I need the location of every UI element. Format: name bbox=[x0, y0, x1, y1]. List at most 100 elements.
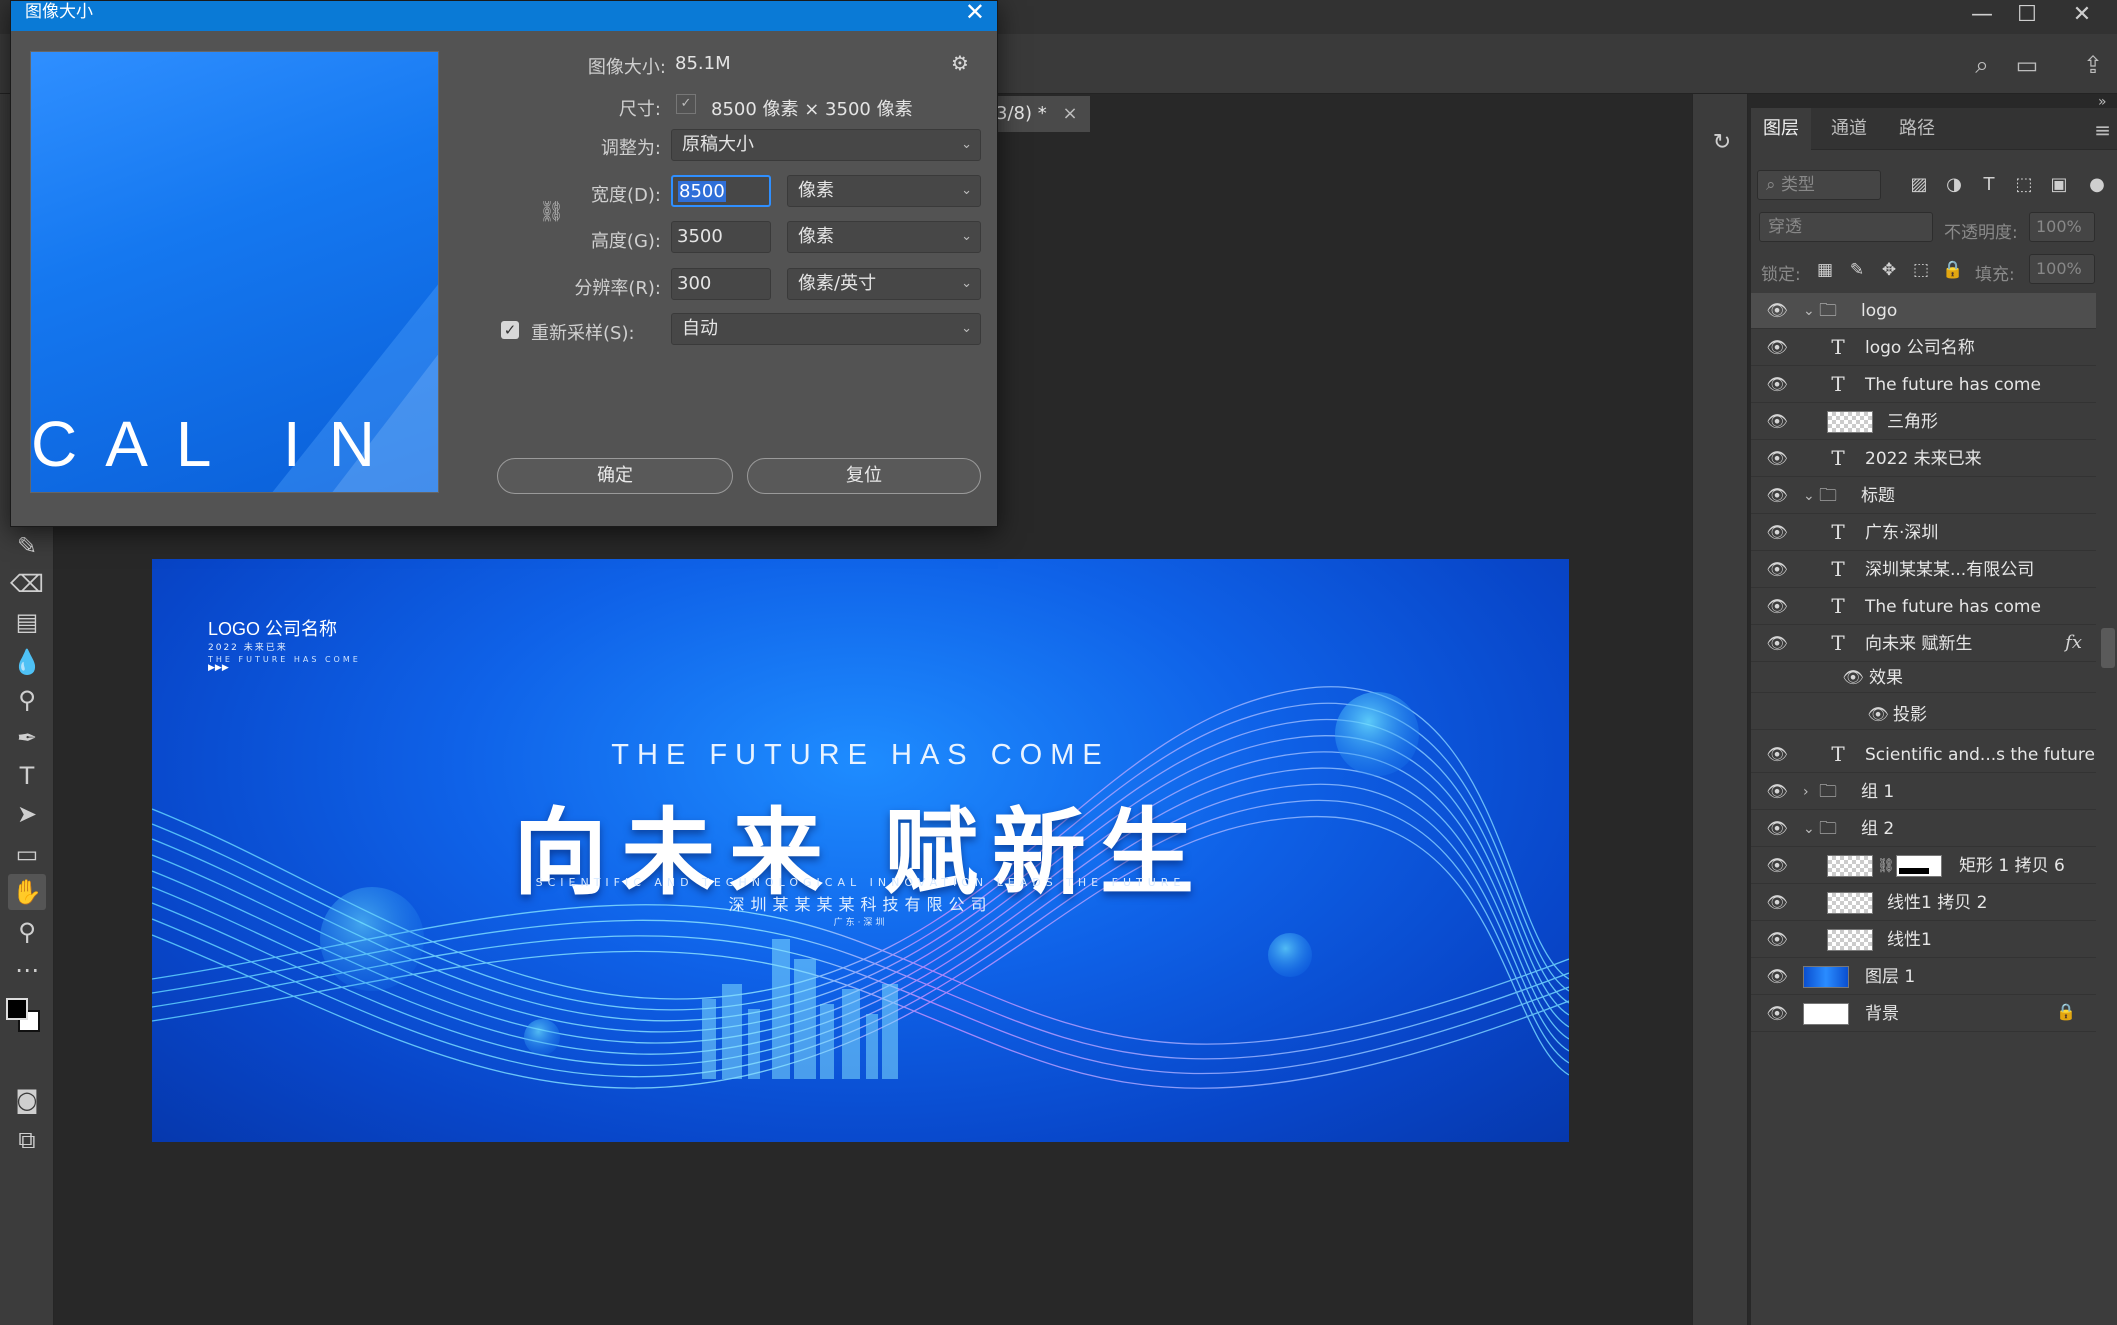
lock-position-icon[interactable]: ✥ bbox=[1877, 258, 1901, 282]
tab-paths[interactable]: 路径 bbox=[1887, 108, 1947, 150]
close-tab-icon[interactable]: × bbox=[1062, 103, 1077, 124]
type-tool-icon[interactable]: T bbox=[8, 758, 46, 794]
quick-mask-icon[interactable]: ◙ bbox=[8, 1082, 46, 1118]
layer-filter-select[interactable]: ⌕ 类型 bbox=[1757, 170, 1881, 200]
lock-artboard-icon[interactable]: ⬚ bbox=[1909, 258, 1933, 282]
resolution-input[interactable]: 300 bbox=[671, 268, 771, 300]
filter-adjustment-icon[interactable]: ◑ bbox=[1941, 172, 1967, 198]
mask-link-icon[interactable]: ⛓ bbox=[1877, 854, 1895, 878]
dialog-close-icon[interactable]: ✕ bbox=[965, 0, 985, 25]
visibility-eye-icon[interactable]: 👁 bbox=[1765, 558, 1789, 582]
lock-pixels-icon[interactable]: ✎ bbox=[1845, 258, 1869, 282]
gradient-icon[interactable]: ▤ bbox=[8, 604, 46, 640]
hand-icon[interactable]: ✋ bbox=[8, 874, 46, 910]
layer-row[interactable]: 👁 Tlogo 公司名称 bbox=[1751, 330, 2096, 366]
filter-type-icon[interactable]: T bbox=[1976, 172, 2002, 198]
lock-transparency-icon[interactable]: ▦ bbox=[1813, 258, 1837, 282]
rectangle-icon[interactable]: ▭ bbox=[8, 836, 46, 872]
filter-shape-icon[interactable]: ⬚ bbox=[2011, 172, 2037, 198]
visibility-eye-icon[interactable]: 👁 bbox=[1765, 891, 1789, 915]
visibility-eye-icon[interactable]: 👁 bbox=[1765, 928, 1789, 952]
layer-row[interactable]: 👁 图层 1 bbox=[1751, 959, 2096, 995]
maximize-button[interactable]: ☐ bbox=[1997, 0, 2057, 34]
collapse-right-icon[interactable]: » bbox=[2098, 94, 2107, 110]
visibility-eye-icon[interactable]: 👁 bbox=[1841, 666, 1865, 690]
layer-row[interactable]: 👁 T The future has come bbox=[1751, 367, 2096, 403]
path-selection-icon[interactable]: ➤ bbox=[8, 796, 46, 832]
settings-gear-icon[interactable]: ⚙ bbox=[951, 51, 969, 75]
layer-row[interactable]: 👁 T 2022 未来已来 bbox=[1751, 441, 2096, 477]
visibility-eye-icon[interactable]: 👁 bbox=[1765, 965, 1789, 989]
fill-input[interactable]: 100% bbox=[2029, 254, 2095, 284]
layer-row[interactable]: 👁 › 🗀 组 1 bbox=[1751, 774, 2096, 810]
layer-row[interactable]: 👁 线性1 拷贝 2 bbox=[1751, 885, 2096, 921]
layers-scrollbar[interactable] bbox=[2101, 628, 2115, 668]
layer-row[interactable]: 👁 T The future has come bbox=[1751, 589, 2096, 625]
chevron-down-icon[interactable]: ⌄ bbox=[1803, 817, 1815, 841]
layer-row[interactable]: 👁 线性1 bbox=[1751, 922, 2096, 958]
layer-row[interactable]: 👁 T 深圳某某某...有限公司 bbox=[1751, 552, 2096, 588]
visibility-eye-icon[interactable]: 👁 bbox=[1866, 703, 1890, 727]
dimensions-unit-toggle[interactable]: ✓ bbox=[676, 94, 696, 114]
dodge-icon[interactable]: ⚲ bbox=[8, 682, 46, 718]
resample-checkbox[interactable]: ✓ bbox=[501, 321, 519, 339]
share-icon[interactable]: ⇪ bbox=[2078, 50, 2108, 80]
panel-menu-icon[interactable]: ≡ bbox=[2094, 118, 2111, 142]
filter-toggle-icon[interactable]: ● bbox=[2084, 172, 2110, 198]
visibility-eye-icon[interactable]: 👁 bbox=[1765, 410, 1789, 434]
workspace-icon[interactable]: ▭ bbox=[2012, 50, 2042, 80]
visibility-eye-icon[interactable]: 👁 bbox=[1765, 854, 1789, 878]
layer-row[interactable]: 👁 ⛓ 矩形 1 拷贝 6 bbox=[1751, 848, 2096, 884]
visibility-eye-icon[interactable]: 👁 bbox=[1765, 447, 1789, 471]
layer-mask-thumbnail[interactable] bbox=[1896, 855, 1942, 877]
visibility-eye-icon[interactable]: 👁 bbox=[1765, 595, 1789, 619]
layer-row[interactable]: 👁 三角形 bbox=[1751, 404, 2096, 440]
close-window-button[interactable]: ✕ bbox=[2052, 0, 2112, 34]
visibility-eye-icon[interactable]: 👁 bbox=[1765, 632, 1789, 656]
fx-icon[interactable]: fx bbox=[2065, 632, 2082, 653]
filter-pixel-icon[interactable]: ▨ bbox=[1906, 172, 1932, 198]
layer-row[interactable]: 👁 T Scientific and...s the future bbox=[1751, 737, 2096, 773]
visibility-eye-icon[interactable]: 👁 bbox=[1765, 780, 1789, 804]
visibility-eye-icon[interactable]: 👁 bbox=[1765, 373, 1789, 397]
more-tools-icon[interactable]: ⋯ bbox=[8, 952, 46, 988]
zoom-icon[interactable]: ⚲ bbox=[8, 914, 46, 950]
chevron-down-icon[interactable]: ⌄ bbox=[1803, 484, 1815, 508]
color-swatches[interactable] bbox=[6, 994, 46, 1044]
layer-row[interactable]: 👁 T 向未来 赋新生 fx bbox=[1751, 626, 2096, 662]
ok-button[interactable]: 确定 bbox=[497, 458, 733, 494]
visibility-eye-icon[interactable]: 👁 bbox=[1765, 336, 1789, 360]
resolution-unit-select[interactable]: 像素/英寸 ⌄ bbox=[787, 268, 981, 300]
document-tab[interactable]: 3/8) * × bbox=[990, 96, 1090, 132]
chevron-down-icon[interactable]: ⌄ bbox=[1803, 299, 1815, 323]
visibility-eye-icon[interactable]: 👁 bbox=[1765, 484, 1789, 508]
tab-layers[interactable]: 图层 bbox=[1751, 108, 1811, 150]
width-unit-select[interactable]: 像素 ⌄ bbox=[787, 175, 981, 207]
fit-to-select[interactable]: 原稿大小 ⌄ bbox=[671, 129, 981, 161]
layer-row[interactable]: 👁 背景 🔒 bbox=[1751, 996, 2096, 1032]
height-input[interactable]: 3500 bbox=[671, 221, 771, 253]
image-preview[interactable]: CAL IN bbox=[30, 51, 439, 493]
layer-row[interactable]: 👁 ⌄ 🗀 组 2 bbox=[1751, 811, 2096, 847]
resample-select[interactable]: 自动 ⌄ bbox=[671, 313, 981, 345]
visibility-eye-icon[interactable]: 👁 bbox=[1765, 817, 1789, 841]
tab-channels[interactable]: 通道 bbox=[1819, 108, 1879, 150]
reset-button[interactable]: 复位 bbox=[747, 458, 981, 494]
visibility-eye-icon[interactable]: 👁 bbox=[1765, 521, 1789, 545]
opacity-input[interactable]: 100% bbox=[2029, 212, 2095, 242]
layer-row[interactable]: 👁 T 广东·深圳 bbox=[1751, 515, 2096, 551]
history-panel-icon[interactable]: ↻ bbox=[1707, 130, 1737, 160]
visibility-eye-icon[interactable]: 👁 bbox=[1765, 299, 1789, 323]
screen-mode-icon[interactable]: ⧉ bbox=[8, 1122, 46, 1158]
lock-all-icon[interactable]: 🔒 bbox=[1941, 258, 1965, 282]
blur-icon[interactable]: 💧 bbox=[8, 644, 46, 680]
filter-smart-object-icon[interactable]: ▣ bbox=[2046, 172, 2072, 198]
visibility-eye-icon[interactable]: 👁 bbox=[1765, 743, 1789, 767]
layer-row[interactable]: 👁 ⌄ 🗀 标题 bbox=[1751, 478, 2096, 514]
layer-row[interactable]: 👁 效果 bbox=[1751, 663, 2096, 693]
width-input[interactable]: 8500 bbox=[671, 175, 771, 207]
history-brush-icon[interactable]: ✎ bbox=[8, 528, 46, 564]
visibility-eye-icon[interactable]: 👁 bbox=[1765, 1002, 1789, 1026]
height-unit-select[interactable]: 像素 ⌄ bbox=[787, 221, 981, 253]
layer-row[interactable]: 👁 ⌄ 🗀 logo bbox=[1751, 293, 2096, 329]
